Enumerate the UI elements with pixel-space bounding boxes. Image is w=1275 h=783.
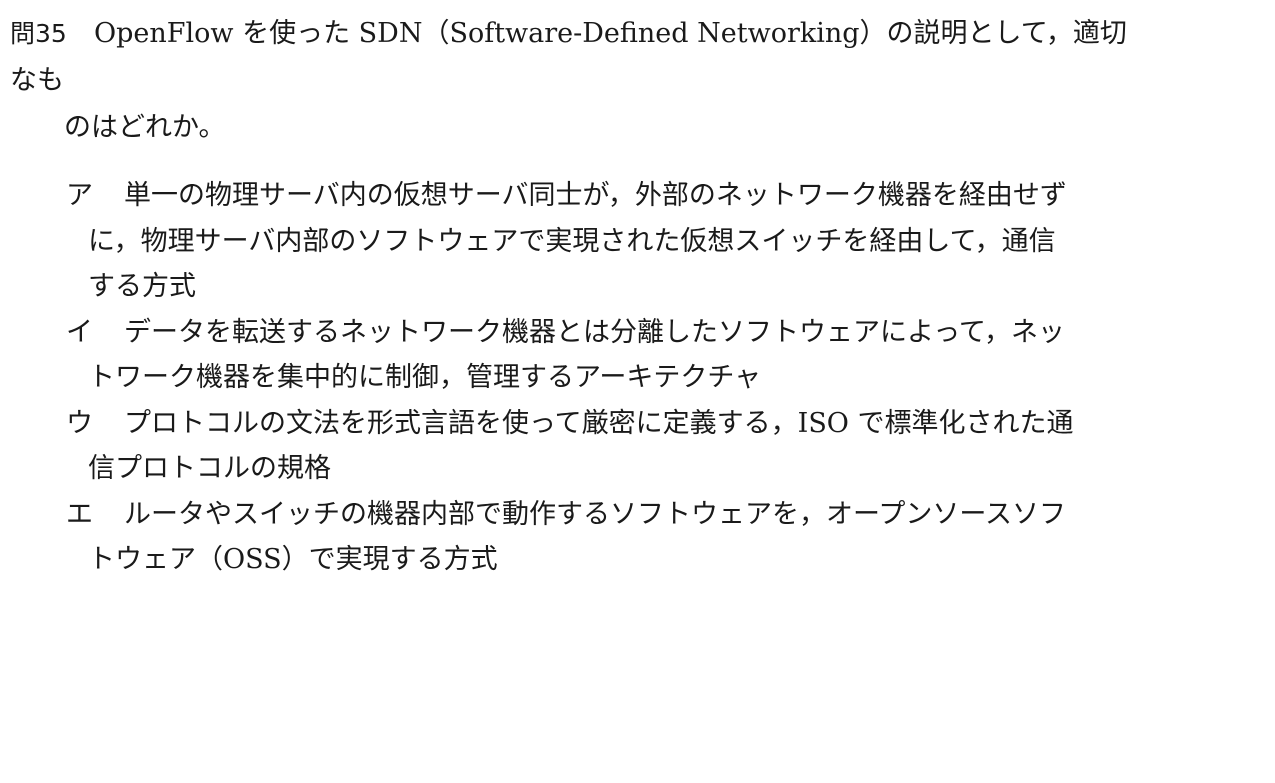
choice-e-line-1: ルータやスイッチの機器内部で動作するソフトウェアを，オープンソースソフ bbox=[124, 498, 1067, 530]
choice-i[interactable]: イ データを転送するネットワーク機器とは分離したソフトウェアによって，ネッ トワ… bbox=[66, 310, 1136, 401]
choice-e-text: ルータやスイッチの機器内部で動作するソフトウェアを，オープンソースソフ トウェア… bbox=[88, 492, 1136, 583]
question-text-line-2: のはどれか。 bbox=[64, 112, 226, 143]
choice-e-line-2: トウェア（OSS）で実現する方式 bbox=[88, 544, 498, 575]
question-text-line-1: OpenFlow を使った SDN（Software-Defined Netwo… bbox=[10, 18, 1127, 96]
question-block: 問35 OpenFlow を使った SDN（Software-Defined Ne… bbox=[10, 10, 1150, 151]
choice-u-line-1: プロトコルの文法を形式言語を使って厳密に定義する，ISO で標準化された通 bbox=[124, 407, 1074, 439]
choice-e[interactable]: エ ルータやスイッチの機器内部で動作するソフトウェアを，オープンソースソフ トウ… bbox=[66, 492, 1136, 583]
choice-u-line-2: 信プロトコルの規格 bbox=[88, 453, 331, 484]
choice-a-line-3: する方式 bbox=[88, 271, 196, 302]
choice-u[interactable]: ウ プロトコルの文法を形式言語を使って厳密に定義する，ISO で標準化された通 … bbox=[66, 401, 1136, 492]
choice-a-line-1: 単一の物理サーバ内の仮想サーバ同士が，外部のネットワーク機器を経由せず bbox=[124, 180, 1067, 211]
choice-i-line-1: データを転送するネットワーク機器とは分離したソフトウェアによって，ネッ bbox=[124, 316, 1065, 348]
choice-u-text: プロトコルの文法を形式言語を使って厳密に定義する，ISO で標準化された通 信プ… bbox=[88, 401, 1136, 492]
choice-a-line-2: に，物理サーバ内部のソフトウェアで実現された仮想スイッチを経由して，通信 bbox=[88, 225, 1056, 257]
choice-a-text: 単一の物理サーバ内の仮想サーバ同士が，外部のネットワーク機器を経由せず に，物理… bbox=[88, 173, 1136, 310]
question-line-1: 問35 OpenFlow を使った SDN（Software-Defined Ne… bbox=[10, 10, 1150, 104]
question-number: 問35 bbox=[10, 19, 67, 48]
answer-choices: ア 単一の物理サーバ内の仮想サーバ同士が，外部のネットワーク機器を経由せず に，… bbox=[66, 173, 1136, 583]
choice-a[interactable]: ア 単一の物理サーバ内の仮想サーバ同士が，外部のネットワーク機器を経由せず に，… bbox=[66, 173, 1136, 310]
choice-i-text: データを転送するネットワーク機器とは分離したソフトウェアによって，ネッ トワーク… bbox=[88, 310, 1136, 401]
choice-i-line-2: トワーク機器を集中的に制御，管理するアーキテクチャ bbox=[88, 362, 762, 393]
exam-page: 問35 OpenFlow を使った SDN（Software-Defined Ne… bbox=[0, 0, 1275, 783]
